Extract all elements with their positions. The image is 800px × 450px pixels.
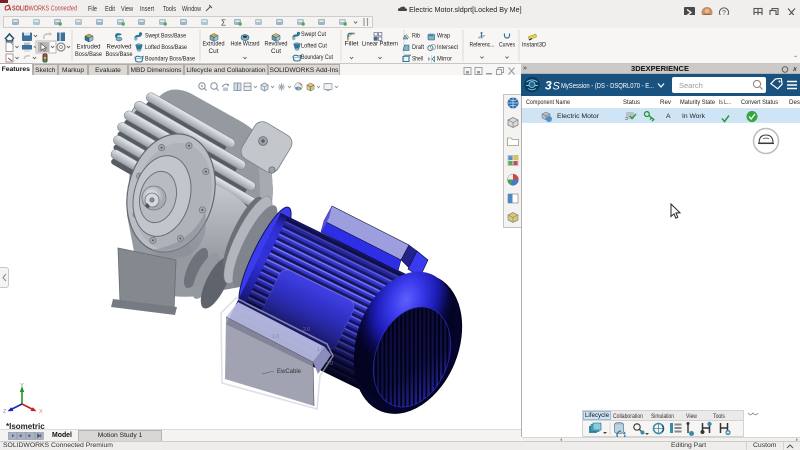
svg-text:Tools: Tools	[713, 412, 725, 419]
svg-text:Fillet: Fillet	[345, 41, 359, 48]
svg-text:1.0: 1.0	[317, 347, 324, 353]
svg-text:File: File	[88, 4, 97, 13]
svg-text:View: View	[121, 4, 134, 13]
svg-text:S: S	[553, 81, 561, 93]
svg-text:Hole Wizard: Hole Wizard	[231, 41, 260, 48]
svg-text:Linear Pattern: Linear Pattern	[362, 41, 398, 48]
svg-text:Swept Boss/Base: Swept Boss/Base	[145, 33, 186, 40]
svg-text:Curves: Curves	[499, 42, 515, 49]
svg-text:Boss/Base: Boss/Base	[75, 51, 102, 58]
svg-text:Σ: Σ	[221, 19, 226, 28]
svg-text:A: A	[666, 113, 671, 120]
svg-text:Component Name: Component Name	[526, 99, 570, 106]
svg-text:2.0: 2.0	[326, 361, 333, 367]
svg-text:Y: Y	[20, 383, 24, 389]
svg-text:Mirror: Mirror	[437, 56, 452, 63]
svg-text:Boss/Base: Boss/Base	[106, 51, 133, 58]
svg-text:Referenc...: Referenc...	[470, 42, 495, 49]
svg-text:Rib: Rib	[412, 33, 420, 40]
svg-text:SOLIDWORKS Connected: SOLIDWORKS Connected	[12, 4, 78, 13]
svg-text:Rev: Rev	[660, 99, 672, 106]
svg-text:Tools: Tools	[163, 4, 176, 13]
svg-text:Cut: Cut	[209, 48, 219, 55]
svg-text:Instant3D: Instant3D	[522, 42, 546, 49]
svg-text:Convert Status: Convert Status	[741, 99, 779, 106]
svg-text:Lofted Cut: Lofted Cut	[301, 43, 327, 50]
svg-text:X: X	[39, 409, 43, 415]
svg-text:Revolved: Revolved	[265, 41, 288, 48]
svg-text:Maturity State: Maturity State	[680, 99, 715, 106]
svg-text:Status: Status	[623, 99, 641, 106]
svg-text:Insert: Insert	[140, 4, 154, 13]
svg-text:Electric Motor: Electric Motor	[557, 113, 600, 120]
svg-text:In Work: In Work	[682, 113, 706, 120]
svg-text:Shell: Shell	[412, 56, 423, 63]
svg-text:MySession - (DS - DSQRL070 - E: MySession - (DS - DSQRL070 - E...	[561, 81, 654, 90]
svg-text:View: View	[686, 412, 697, 419]
svg-text:Extruded: Extruded	[77, 44, 101, 51]
svg-text:Des: Des	[789, 99, 800, 106]
svg-text:Intersect: Intersect	[437, 44, 458, 51]
svg-text:Collaboration: Collaboration	[613, 412, 643, 419]
svg-text:Swept Cut: Swept Cut	[301, 31, 326, 38]
svg-text:Cut: Cut	[271, 48, 281, 55]
svg-text:Extruded: Extruded	[203, 41, 225, 48]
svg-text:Revolved: Revolved	[107, 44, 132, 51]
svg-text:Z: Z	[3, 409, 7, 415]
svg-text:Window: Window	[182, 4, 202, 13]
svg-text:3: 3	[545, 79, 552, 93]
svg-text:Simulation: Simulation	[651, 412, 674, 419]
svg-text:Lofted Boss/Base: Lofted Boss/Base	[145, 44, 187, 51]
svg-text:2.0: 2.0	[303, 327, 310, 333]
svg-text:1.0: 1.0	[272, 334, 279, 340]
svg-text:EwCable: EwCable	[277, 369, 302, 375]
svg-text:Wrap: Wrap	[437, 33, 450, 40]
svg-text:Draft: Draft	[412, 44, 424, 51]
svg-text:Edit: Edit	[105, 4, 115, 13]
svg-text:Boundary Boss/Base: Boundary Boss/Base	[145, 56, 195, 63]
svg-text:Boundary Cut: Boundary Cut	[301, 54, 333, 61]
svg-text:Is L...: Is L...	[719, 99, 731, 106]
